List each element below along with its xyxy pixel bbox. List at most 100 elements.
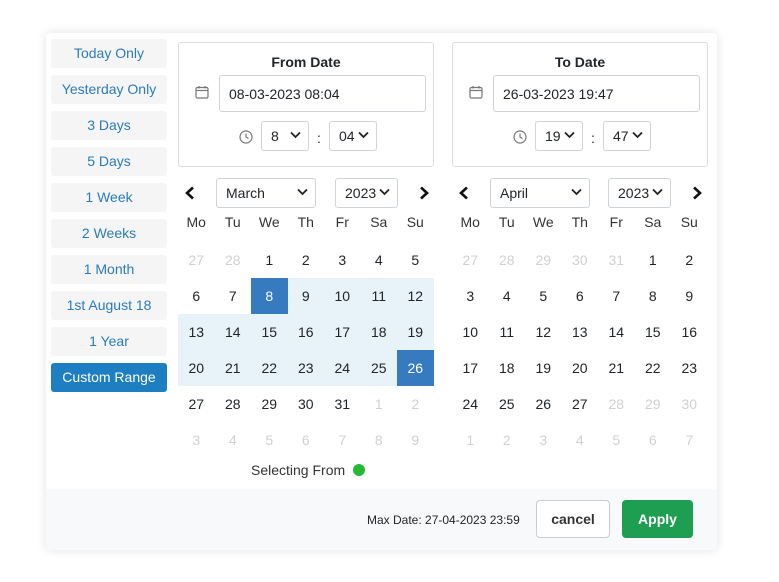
calendar-day-selected[interactable]: 26: [397, 350, 434, 386]
calendar-day[interactable]: 22: [635, 350, 672, 386]
calendar-day[interactable]: 6: [178, 278, 215, 314]
calendar-day[interactable]: 29: [251, 386, 288, 422]
calendar-day[interactable]: 30: [562, 242, 599, 278]
calendar-day[interactable]: 7: [324, 422, 361, 458]
calendar-day[interactable]: 4: [562, 422, 599, 458]
calendar-day[interactable]: 14: [598, 314, 635, 350]
calendar-day[interactable]: 28: [489, 242, 526, 278]
calendar-day[interactable]: 29: [635, 386, 672, 422]
calendar-day[interactable]: 11: [489, 314, 526, 350]
range-1-month[interactable]: 1 Month: [51, 255, 167, 284]
calendar-day[interactable]: 11: [360, 278, 397, 314]
calendar-day[interactable]: 28: [215, 386, 252, 422]
calendar-day[interactable]: 15: [251, 314, 288, 350]
left-month-select[interactable]: March: [216, 178, 316, 208]
calendar-day[interactable]: 17: [452, 350, 489, 386]
calendar-day[interactable]: 18: [489, 350, 526, 386]
from-minute-select[interactable]: 04: [329, 121, 377, 151]
calendar-day[interactable]: 7: [671, 422, 708, 458]
range-1st-august-18[interactable]: 1st August 18: [51, 291, 167, 320]
calendar-day[interactable]: 2: [489, 422, 526, 458]
calendar-day[interactable]: 30: [288, 386, 325, 422]
from-date-input[interactable]: [219, 75, 426, 112]
calendar-day[interactable]: 5: [397, 242, 434, 278]
calendar-day[interactable]: 5: [251, 422, 288, 458]
calendar-day[interactable]: 2: [288, 242, 325, 278]
range-3-days[interactable]: 3 Days: [51, 111, 167, 140]
calendar-day[interactable]: 27: [178, 386, 215, 422]
calendar-day[interactable]: 17: [324, 314, 361, 350]
to-minute-select[interactable]: 47: [603, 121, 651, 151]
calendar-day[interactable]: 10: [324, 278, 361, 314]
calendar-day[interactable]: 7: [215, 278, 252, 314]
calendar-day[interactable]: 3: [324, 242, 361, 278]
calendar-day[interactable]: 13: [178, 314, 215, 350]
calendar-day[interactable]: 27: [452, 242, 489, 278]
calendar-day[interactable]: 16: [287, 314, 324, 350]
calendar-day[interactable]: 1: [452, 422, 489, 458]
calendar-day[interactable]: 9: [397, 422, 434, 458]
calendar-day[interactable]: 9: [287, 278, 324, 314]
calendar-day[interactable]: 18: [360, 314, 397, 350]
calendar-day[interactable]: 16: [671, 314, 708, 350]
calendar-day[interactable]: 4: [361, 242, 398, 278]
calendar-day[interactable]: 30: [671, 386, 708, 422]
calendar-day[interactable]: 23: [671, 350, 708, 386]
calendar-day[interactable]: 20: [562, 350, 599, 386]
chevron-right-icon[interactable]: [691, 186, 703, 200]
calendar-day[interactable]: 20: [178, 350, 215, 386]
calendar-day[interactable]: 1: [635, 242, 672, 278]
calendar-day[interactable]: 23: [287, 350, 324, 386]
calendar-day[interactable]: 28: [215, 242, 252, 278]
calendar-day[interactable]: 27: [178, 242, 215, 278]
calendar-day[interactable]: 21: [598, 350, 635, 386]
range-2-weeks[interactable]: 2 Weeks: [51, 219, 167, 248]
calendar-day[interactable]: 12: [525, 314, 562, 350]
calendar-day[interactable]: 29: [525, 242, 562, 278]
to-date-input[interactable]: [493, 75, 700, 112]
calendar-day[interactable]: 6: [562, 278, 599, 314]
range-today-only[interactable]: Today Only: [51, 39, 167, 68]
calendar-day[interactable]: 13: [562, 314, 599, 350]
left-year-select[interactable]: 2023: [335, 178, 398, 208]
calendar-day[interactable]: 25: [360, 350, 397, 386]
calendar-day[interactable]: 31: [324, 386, 361, 422]
calendar-day[interactable]: 5: [525, 278, 562, 314]
calendar-day[interactable]: 2: [671, 242, 708, 278]
calendar-day[interactable]: 1: [361, 386, 398, 422]
range-5-days[interactable]: 5 Days: [51, 147, 167, 176]
apply-button[interactable]: Apply: [622, 500, 693, 538]
range-1-year[interactable]: 1 Year: [51, 327, 167, 356]
right-month-select[interactable]: April: [490, 178, 590, 208]
range-custom[interactable]: Custom Range: [51, 363, 167, 392]
calendar-day[interactable]: 1: [251, 242, 288, 278]
calendar-day[interactable]: 8: [635, 278, 672, 314]
calendar-day[interactable]: 6: [635, 422, 672, 458]
calendar-day[interactable]: 21: [214, 350, 251, 386]
calendar-day[interactable]: 3: [178, 422, 215, 458]
calendar-day[interactable]: 25: [489, 386, 526, 422]
calendar-day[interactable]: 10: [452, 314, 489, 350]
calendar-day[interactable]: 3: [452, 278, 489, 314]
calendar-day[interactable]: 4: [215, 422, 252, 458]
calendar-day[interactable]: 3: [525, 422, 562, 458]
to-hour-select[interactable]: 19: [535, 121, 583, 151]
calendar-day[interactable]: 8: [361, 422, 398, 458]
from-hour-select[interactable]: 8: [261, 121, 309, 151]
chevron-left-icon[interactable]: [458, 186, 470, 200]
calendar-day[interactable]: 28: [598, 386, 635, 422]
calendar-day-selected[interactable]: 8: [251, 278, 288, 314]
chevron-right-icon[interactable]: [418, 186, 430, 200]
calendar-day[interactable]: 5: [598, 422, 635, 458]
calendar-day[interactable]: 2: [397, 386, 434, 422]
calendar-day[interactable]: 7: [598, 278, 635, 314]
range-yesterday-only[interactable]: Yesterday Only: [51, 75, 167, 104]
calendar-day[interactable]: 31: [598, 242, 635, 278]
calendar-day[interactable]: 4: [489, 278, 526, 314]
calendar-day[interactable]: 24: [324, 350, 361, 386]
calendar-day[interactable]: 27: [562, 386, 599, 422]
calendar-day[interactable]: 9: [671, 278, 708, 314]
right-year-select[interactable]: 2023: [608, 178, 671, 208]
calendar-day[interactable]: 15: [635, 314, 672, 350]
calendar-day[interactable]: 6: [288, 422, 325, 458]
